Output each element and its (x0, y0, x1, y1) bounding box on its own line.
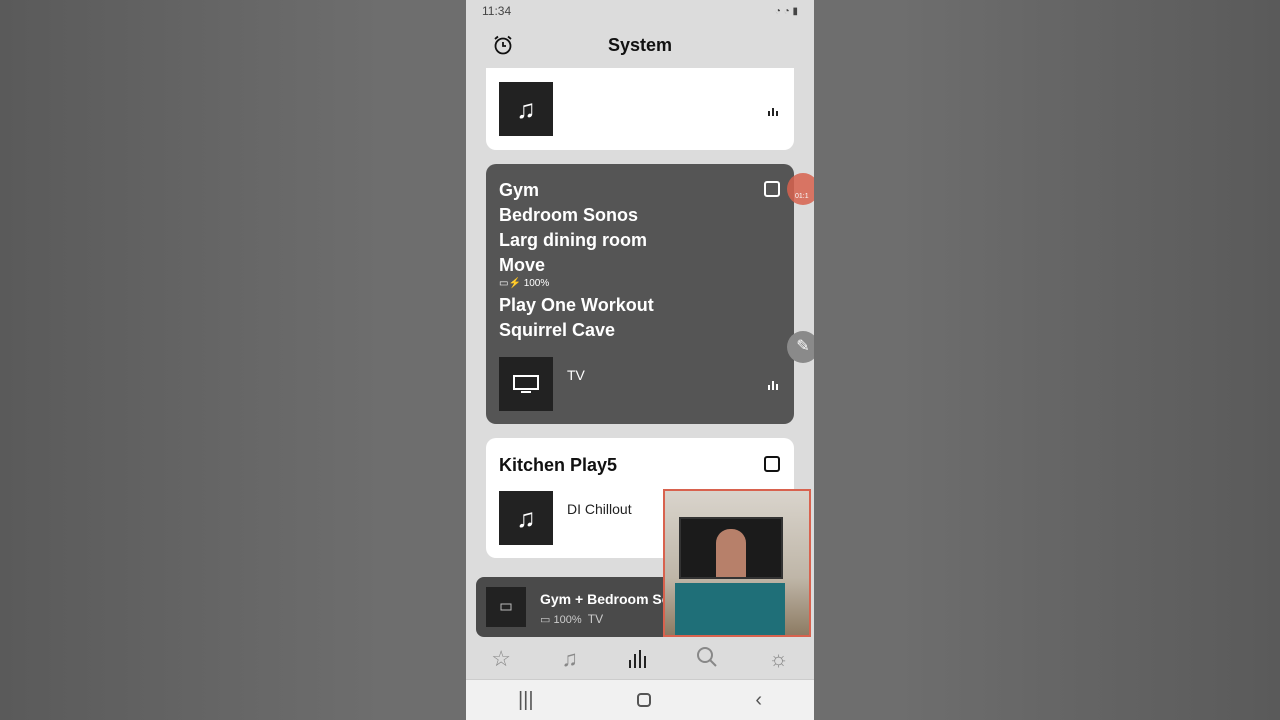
recent-apps-icon[interactable]: ||| (518, 689, 534, 712)
shelf-image (675, 583, 785, 635)
nav-browse-music-icon[interactable]: ♫ (562, 646, 579, 672)
room-name: Kitchen Play5 (499, 455, 618, 475)
battery-icon: ▭⚡ (499, 278, 521, 289)
phone-screen: 11:34 ◔ ◔ ▮ System ♫ Gym Bedroom Sonos L… (466, 0, 814, 720)
equalizer-icon (768, 381, 778, 390)
battery-level: 100% (523, 278, 550, 289)
clock: 11:34 (482, 4, 512, 18)
tv-icon (500, 603, 512, 610)
status-bar: 11:34 ◔ ◔ ▮ (482, 3, 798, 19)
airplay-icon[interactable] (764, 456, 780, 472)
source-label: TV (567, 367, 585, 383)
room-name: Squirrel Cave (499, 320, 616, 340)
header: System (466, 30, 814, 60)
bottom-nav: ☆ ♫ ☼ (466, 640, 814, 678)
equalizer-icon (768, 108, 778, 116)
airplay-icon[interactable] (764, 181, 780, 197)
nav-favorites-star-icon[interactable]: ☆ (491, 646, 511, 672)
recorder-badge[interactable]: 01:1 (787, 173, 814, 205)
tv-icon (513, 375, 539, 393)
room-card-1[interactable]: ♫ (486, 68, 794, 150)
battery-icon: ▭ (540, 614, 551, 626)
mini-title: Gym + Bedroom So (540, 591, 671, 607)
edit-pencil-button[interactable]: ✎ (787, 331, 814, 363)
nav-settings-gear-icon[interactable]: ☼ (769, 646, 789, 672)
room-name: Larg dining room (499, 230, 647, 250)
video-overlay[interactable] (663, 489, 811, 637)
room-name: Gym (499, 180, 540, 200)
album-art (499, 357, 553, 411)
room-name: Move (499, 255, 546, 275)
nav-search-icon[interactable] (696, 646, 718, 673)
room-name: Play One Workout (499, 295, 654, 315)
recorder-time: 01:1 (795, 193, 809, 200)
album-art: ♫ (499, 491, 553, 545)
music-note-icon: ♫ (516, 93, 536, 124)
mini-art (486, 587, 526, 627)
pencil-icon: ✎ (796, 338, 810, 355)
room-name: Bedroom Sonos (499, 205, 639, 225)
home-icon[interactable] (637, 693, 652, 707)
nav-system-bars-icon[interactable] (628, 650, 646, 668)
source-label: DI Chillout (567, 501, 632, 517)
page-title: System (607, 35, 673, 55)
battery-level: 100% (553, 614, 582, 626)
back-icon[interactable]: ‹ (755, 689, 762, 712)
room-card-gym-group[interactable]: Gym Bedroom Sonos Larg dining room Move … (486, 164, 794, 424)
status-icons: ◔ ◔ ▮ (774, 5, 798, 17)
tv-image (679, 517, 783, 579)
music-note-icon: ♫ (516, 502, 536, 533)
mini-source: TV (587, 612, 604, 626)
mini-subtitle: ▭ 100% TV (540, 612, 603, 626)
battery-status: ▭⚡ 100% (499, 278, 654, 290)
system-nav-bar: ||| ‹ (466, 679, 814, 720)
album-art: ♫ (499, 82, 553, 136)
